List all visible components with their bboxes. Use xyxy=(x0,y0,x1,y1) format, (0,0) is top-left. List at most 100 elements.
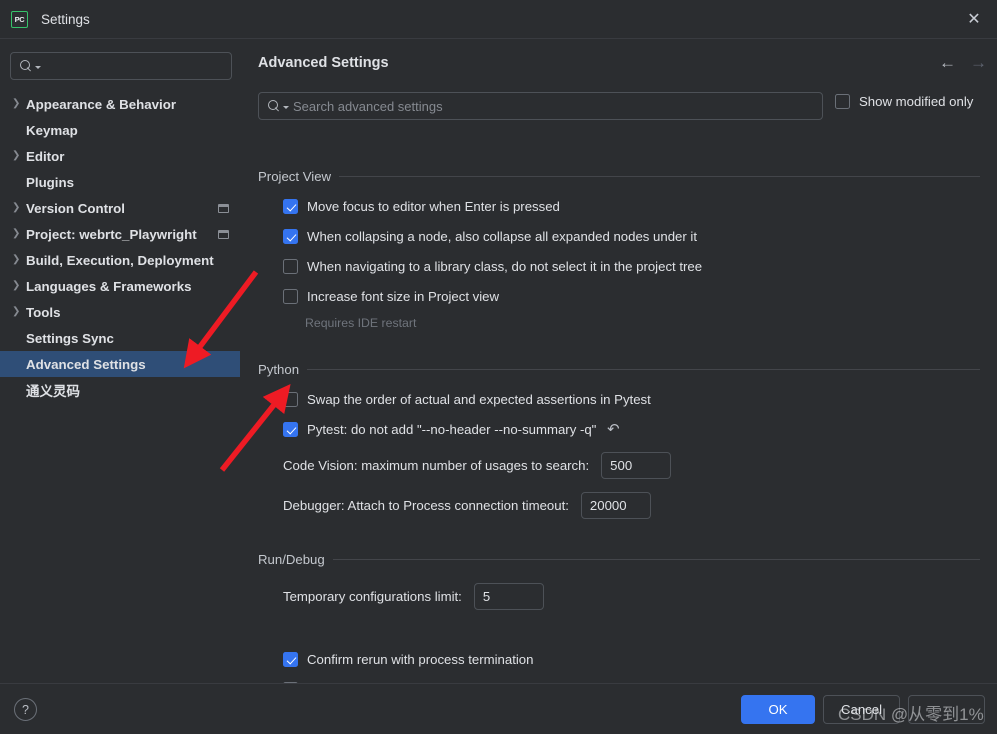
settings-scroll-area: Project View Move focus to editor when En… xyxy=(240,131,997,683)
chevron-right-icon[interactable]: ❯ xyxy=(12,203,26,213)
setting-checkbox-row[interactable]: When collapsing a node, also collapse al… xyxy=(283,229,697,244)
help-button[interactable]: ? xyxy=(14,698,37,721)
sidebar-search-input[interactable] xyxy=(44,58,214,74)
setting-checkbox-row[interactable]: When navigating to a library class, do n… xyxy=(283,259,702,274)
section-header: Run/Debug xyxy=(258,552,980,567)
close-icon[interactable]: ✕ xyxy=(951,0,997,38)
section-title: Run/Debug xyxy=(258,552,325,567)
setting-hint: Requires IDE restart xyxy=(305,316,417,330)
sidebar-item-label: Project: webrtc_Playwright xyxy=(26,226,197,242)
sidebar-item-version-control[interactable]: ❯ Version Control xyxy=(0,195,240,221)
setting-checkbox-row[interactable]: Swap the order of actual and expected as… xyxy=(283,392,651,407)
chevron-right-icon[interactable]: ❯ xyxy=(12,151,26,161)
search-icon xyxy=(20,59,33,73)
chevron-right-icon[interactable]: ❯ xyxy=(12,229,26,239)
setting-checkbox-row[interactable]: Move focus to editor when Enter is press… xyxy=(283,199,560,214)
sidebar-item-plugins[interactable]: Plugins xyxy=(0,169,240,195)
setting-checkbox[interactable] xyxy=(283,422,298,437)
setting-field-row: Debugger: Attach to Process connection t… xyxy=(283,492,651,519)
settings-dialog: PC Settings ✕ ❯ Appearance & Behavior Keym… xyxy=(0,0,997,734)
section-title: Project View xyxy=(258,169,332,184)
sidebar-item-build-execution-deployment[interactable]: ❯ Build, Execution, Deployment xyxy=(0,247,240,273)
setting-checkbox-row[interactable]: Pytest: do not add "--no-header --no-sum… xyxy=(283,421,620,438)
section-divider xyxy=(307,369,980,370)
advanced-search-box[interactable] xyxy=(258,92,823,120)
setting-checkbox-row[interactable]: Increase font size in Project view xyxy=(283,289,499,304)
section-header: Project View xyxy=(258,169,980,184)
sidebar-item-languages-frameworks[interactable]: ❯ Languages & Frameworks xyxy=(0,273,240,299)
show-modified-only-toggle[interactable]: Show modified only xyxy=(835,94,973,109)
setting-label: Pytest: do not add "--no-header --no-sum… xyxy=(307,422,597,437)
section-title: Python xyxy=(258,362,300,377)
setting-label: Move focus to editor when Enter is press… xyxy=(307,199,560,214)
settings-category-tree: ❯ Appearance & Behavior Keymap ❯ Editor Plugi… xyxy=(0,91,240,403)
chevron-right-icon[interactable]: ❯ xyxy=(12,307,26,317)
project-scope-icon xyxy=(218,203,229,213)
csdn-watermark: CSDN @从零到1% xyxy=(838,705,984,724)
setting-value-input[interactable] xyxy=(473,583,544,610)
section-header: Python xyxy=(258,362,980,377)
pycharm-icon: PC xyxy=(11,10,28,28)
setting-checkbox[interactable] xyxy=(283,289,298,304)
sidebar-item-label: 通义灵码 xyxy=(26,384,80,399)
setting-value-input[interactable] xyxy=(601,452,672,479)
section-divider xyxy=(339,176,980,177)
setting-checkbox[interactable] xyxy=(283,652,298,667)
setting-value-input[interactable] xyxy=(580,492,651,519)
back-arrow-icon[interactable]: ← xyxy=(939,53,956,73)
sidebar-item-keymap[interactable]: Keymap xyxy=(0,117,240,143)
setting-field-row: Temporary configurations limit: xyxy=(283,583,544,610)
sidebar-item-label: Editor xyxy=(26,148,65,164)
title-bar: PC Settings ✕ xyxy=(0,0,997,39)
sidebar-item-label: Advanced Settings xyxy=(26,356,146,372)
sidebar-item-project-webrtc-playwright[interactable]: ❯ Project: webrtc_Playwright xyxy=(0,221,240,247)
chevron-right-icon[interactable]: ❯ xyxy=(12,255,26,265)
ok-button[interactable]: OK xyxy=(741,695,815,724)
setting-checkbox[interactable] xyxy=(283,229,298,244)
sidebar-item-label: Appearance & Behavior xyxy=(26,96,177,112)
sidebar-search-box[interactable] xyxy=(10,52,232,80)
revert-arrow-icon[interactable]: ↷ xyxy=(607,421,620,438)
search-icon xyxy=(268,99,281,113)
sidebar-item-editor[interactable]: ❯ Editor xyxy=(0,143,240,169)
sidebar-item-appearance-behavior[interactable]: ❯ Appearance & Behavior xyxy=(0,91,240,117)
setting-label: Confirm rerun with process termination xyxy=(307,652,534,667)
sidebar-item-label: Plugins xyxy=(26,174,75,190)
setting-checkbox[interactable] xyxy=(283,392,298,407)
setting-label: Swap the order of actual and expected as… xyxy=(307,392,651,407)
setting-checkbox-row[interactable]: Confirm rerun with process termination xyxy=(283,652,533,667)
setting-checkbox[interactable] xyxy=(283,199,298,214)
sidebar-item-tongyi-lingma[interactable]: 通义灵码 xyxy=(0,377,240,403)
setting-label: Code Vision: maximum number of usages to… xyxy=(283,458,590,473)
sidebar-item-tools[interactable]: ❯ Tools xyxy=(0,299,240,325)
show-modified-only-label: Show modified only xyxy=(859,94,974,109)
search-input[interactable] xyxy=(293,98,793,114)
forward-arrow-icon[interactable]: → xyxy=(970,53,987,73)
sidebar-item-label: Version Control xyxy=(26,200,125,216)
advanced-settings-panel: Advanced Settings ← → Show modified only… xyxy=(240,39,997,702)
setting-label: Temporary configurations limit: xyxy=(283,589,462,604)
chevron-right-icon[interactable]: ❯ xyxy=(12,99,26,109)
setting-label: When navigating to a library class, do n… xyxy=(307,259,703,274)
chevron-down-icon xyxy=(283,106,289,109)
setting-field-row: Code Vision: maximum number of usages to… xyxy=(283,452,672,479)
show-modified-only-checkbox[interactable] xyxy=(835,94,850,109)
sidebar-item-label: Build, Execution, Deployment xyxy=(26,252,214,268)
sidebar-item-advanced-settings[interactable]: Advanced Settings xyxy=(0,351,240,377)
navigation-arrows: ← → xyxy=(939,53,987,73)
setting-checkbox[interactable] xyxy=(283,259,298,274)
sidebar-item-settings-sync[interactable]: Settings Sync xyxy=(0,325,240,351)
setting-label: Debugger: Attach to Process connection t… xyxy=(283,498,569,513)
project-scope-icon xyxy=(218,229,229,239)
settings-sidebar: ❯ Appearance & Behavior Keymap ❯ Editor Plugi… xyxy=(0,39,240,683)
sidebar-item-label: Tools xyxy=(26,304,61,320)
sidebar-item-label: Settings Sync xyxy=(26,330,114,346)
page-title: Advanced Settings xyxy=(258,55,389,71)
sidebar-item-label: Languages & Frameworks xyxy=(26,278,192,294)
setting-label: When collapsing a node, also collapse al… xyxy=(307,229,698,244)
sidebar-item-label: Keymap xyxy=(26,122,78,138)
chevron-down-icon xyxy=(35,66,41,69)
setting-label: Increase font size in Project view xyxy=(307,289,500,304)
section-divider xyxy=(332,559,980,560)
chevron-right-icon[interactable]: ❯ xyxy=(12,281,26,291)
